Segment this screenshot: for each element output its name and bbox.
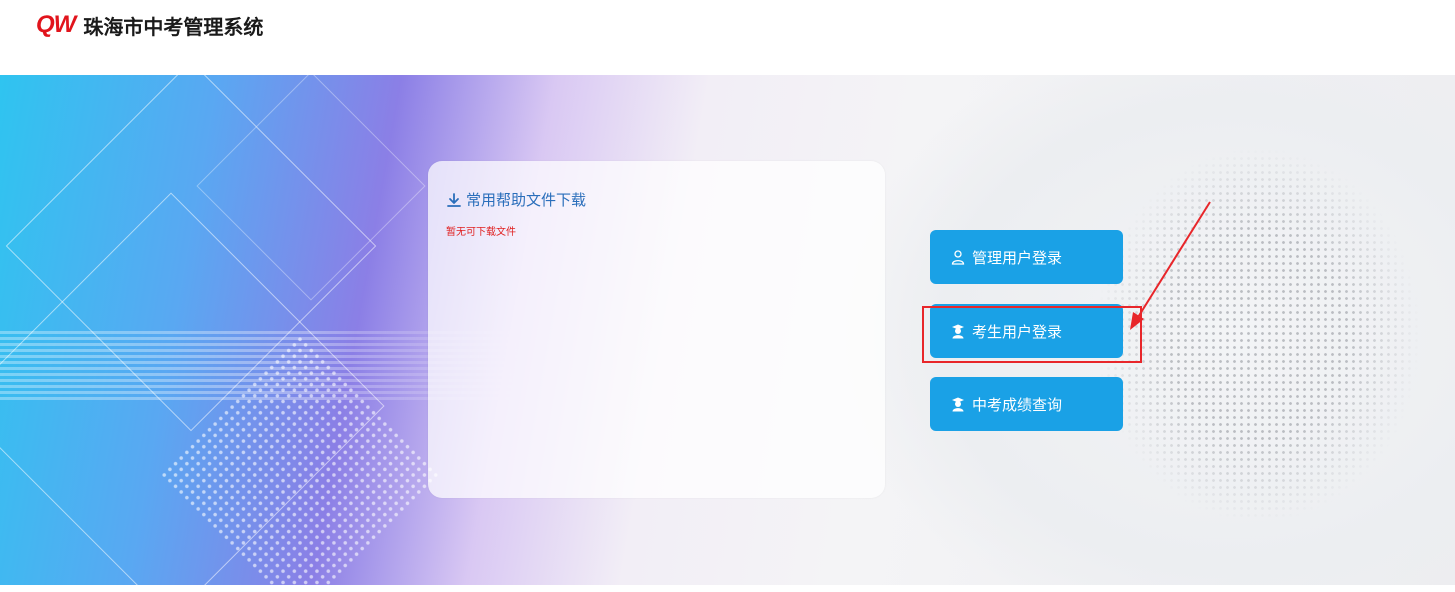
annotation-arrow	[1130, 201, 1211, 330]
footer-strip	[0, 585, 1455, 592]
